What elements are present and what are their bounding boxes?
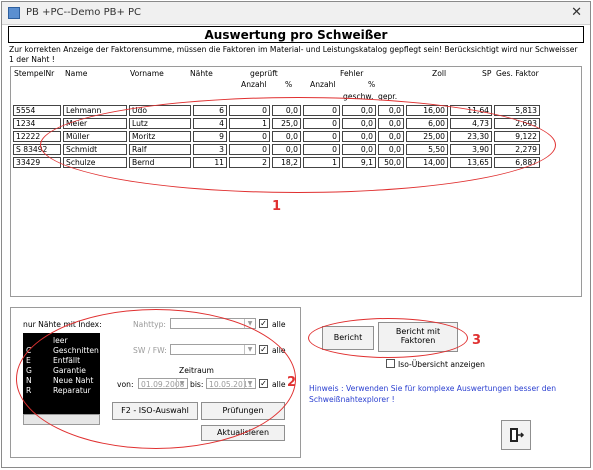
exit-door-icon [510, 428, 525, 442]
annotation-ring-3 [308, 318, 468, 358]
annotation-ring-1 [40, 97, 556, 193]
page-title: Auswertung pro Schweißer [204, 28, 388, 42]
nahttyp-alle-label: alle [272, 320, 286, 329]
cell-stempelnr[interactable]: 1234 [13, 118, 61, 129]
header-name: Name [65, 69, 88, 78]
exit-button[interactable] [501, 420, 531, 450]
header-naehte: Nähte [190, 69, 213, 78]
iso-overview-label: Iso-Übersicht anzeigen [398, 360, 485, 369]
header-vorname: Vorname [130, 69, 164, 78]
header-sp: SP [482, 69, 492, 78]
cell-stempelnr[interactable]: 5554 [13, 105, 61, 116]
header-zoll: Zoll [432, 69, 447, 78]
header-fehler: Fehler [340, 69, 364, 78]
window-title: PB +PC--Demo PB+ PC [26, 7, 142, 18]
iso-overview-checkbox[interactable] [386, 359, 395, 368]
header-geprueft-anzahl: Anzahl [241, 80, 267, 89]
app-icon [8, 7, 20, 19]
nahttyp-alle-checkbox[interactable]: ✓ [259, 319, 268, 328]
annotation-number-2: 2 [287, 375, 297, 390]
cell-ges-faktor[interactable]: 5,813 [494, 105, 540, 116]
header-ges-faktor: Ges. Faktor [496, 69, 539, 78]
title-bar: PB +PC--Demo PB+ PC ✕ [2, 2, 590, 25]
header-stempelnr: StempelNr [14, 69, 55, 78]
factor-notice: Zur korrekten Anzeige der Faktorensumme,… [9, 45, 578, 64]
close-icon[interactable]: ✕ [571, 5, 582, 20]
explorer-hint: Hinweis : Verwenden Sie für komplexe Aus… [309, 384, 557, 404]
annotation-number-1: 1 [272, 199, 282, 214]
header-fehler-anzahl: Anzahl [310, 80, 336, 89]
page-header: Auswertung pro Schweißer [8, 26, 584, 43]
annotation-number-3: 3 [472, 333, 482, 348]
header-geprueft-percent: % [285, 80, 293, 89]
annotation-ring-2 [16, 309, 296, 449]
header-fehler-percent: % [368, 80, 376, 89]
header-geprueft: geprüft [250, 69, 278, 78]
